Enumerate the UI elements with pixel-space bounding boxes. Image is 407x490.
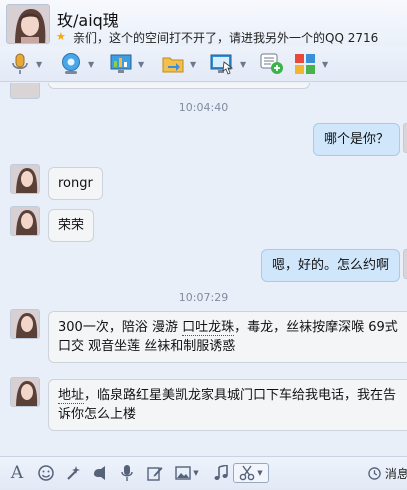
my-avatar — [403, 249, 407, 279]
emoji-icon[interactable] — [36, 463, 56, 483]
message-link-text[interactable]: 地址 — [58, 388, 85, 404]
contact-avatar-small — [10, 377, 40, 407]
chevron-down-icon[interactable]: ▼ — [190, 60, 196, 69]
message-bubble-in: 地址，临泉路红星美凯龙家具城门口下车给我电话，我在告诉你怎么上楼 — [48, 379, 407, 431]
chevron-down-icon[interactable]: ▼ — [193, 469, 198, 477]
remote-assist-button[interactable]: ▼ — [210, 51, 246, 77]
contact-avatar[interactable] — [6, 4, 50, 44]
chevron-down-icon[interactable]: ▼ — [257, 469, 262, 477]
message-bubble-out: 嗯，好的。怎么约啊 — [261, 249, 401, 282]
message-list[interactable]: 10:04:40 哪个是你？ rongr 荣荣 嗯，好的。怎么约啊 10:07:… — [0, 83, 407, 456]
file-transfer-icon — [162, 57, 184, 73]
message-bubble-in: 300一次，陪浴 漫游 口吐龙珠，毒龙，丝袜按摩深喉 69式 口交 观音坐莲 丝… — [48, 311, 407, 363]
remote-assist-icon — [210, 54, 234, 75]
screen-share-icon — [110, 54, 132, 73]
chevron-down-icon[interactable]: ▼ — [322, 60, 328, 69]
voice-call-button[interactable]: ▼ — [10, 51, 42, 77]
apps-button[interactable]: ▼ — [294, 51, 328, 77]
message-text: 300一次，陪浴 漫游 — [58, 320, 183, 335]
message-plus-icon — [260, 53, 283, 74]
message-bubble-in: rongr — [48, 167, 103, 200]
chevron-down-icon[interactable]: ▼ — [88, 60, 94, 69]
magic-wand-icon[interactable] — [63, 463, 83, 483]
font-icon[interactable]: A — [7, 463, 27, 483]
chat-toolbar: ▼ ▼ ▼ ▼ ▼ ▼ — [0, 46, 407, 82]
contact-avatar-small — [10, 164, 40, 194]
screenshot-button[interactable]: ▼ — [233, 463, 269, 483]
image-button[interactable]: ▼ — [172, 463, 202, 483]
edit-icon[interactable] — [145, 463, 165, 483]
music-icon[interactable] — [211, 463, 231, 483]
star-icon: ★ — [56, 30, 66, 43]
microphone-icon[interactable] — [117, 463, 137, 483]
scissors-icon — [239, 465, 255, 481]
message-link-text[interactable]: 口吐龙珠 — [182, 320, 235, 336]
contact-avatar-small — [10, 206, 40, 236]
message-timestamp: 10:07:29 — [178, 291, 229, 304]
message-timestamp: 10:04:40 — [178, 101, 229, 114]
send-message-extra-button[interactable] — [260, 51, 284, 77]
microphone-icon — [12, 53, 28, 74]
chevron-down-icon[interactable]: ▼ — [240, 60, 246, 69]
voice-icon[interactable] — [90, 463, 110, 483]
webcam-icon — [62, 53, 80, 74]
chevron-down-icon[interactable]: ▼ — [138, 60, 144, 69]
apps-grid-icon — [295, 54, 315, 74]
contact-avatar-small — [10, 83, 40, 99]
history-label: 消息 — [384, 467, 407, 481]
chat-header: 玫/aiq瑰 ★ 亲们，这个的空间打不开了，请进我另外一个的QQ 2716 — [0, 0, 407, 46]
file-transfer-button[interactable]: ▼ — [162, 51, 196, 77]
message-bubble-in: 荣荣 — [48, 209, 95, 242]
input-toolbar: A ▼ ▼ 消息 — [0, 456, 407, 490]
chevron-down-icon[interactable]: ▼ — [36, 60, 42, 69]
message-bubble-partial — [48, 83, 310, 89]
image-icon — [175, 466, 191, 480]
contact-avatar-small — [10, 309, 40, 339]
message-history-button[interactable]: 消息 — [368, 465, 407, 482]
contact-name: 玫/aiq瑰 — [57, 11, 119, 30]
screen-share-button[interactable]: ▼ — [110, 51, 144, 77]
clock-icon — [368, 467, 381, 480]
video-call-button[interactable]: ▼ — [60, 51, 94, 77]
contact-signature: 亲们，这个的空间打不开了，请进我另外一个的QQ 2716 — [73, 31, 379, 45]
message-bubble-out: 哪个是你？ — [313, 123, 401, 156]
my-avatar — [403, 123, 407, 153]
message-text: ，临泉路红星美凯龙家具城门口下车给我电话，我在告诉你怎么上楼 — [58, 388, 397, 422]
